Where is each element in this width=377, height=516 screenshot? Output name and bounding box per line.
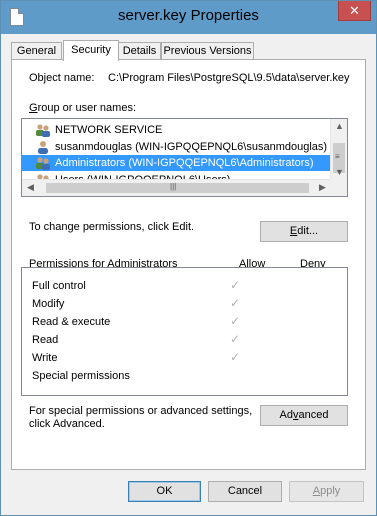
list-item-label: Administrators (WIN-IGPQQEPNQL6\Administ… (55, 157, 314, 169)
advanced-settings-text-2: click Advanced. (29, 418, 105, 430)
ok-button[interactable]: OK (128, 481, 201, 502)
list-item-susanmdouglas[interactable]: susanmdouglas (WIN-IGPQQEPNQL6\susanmdou… (22, 139, 333, 155)
allow-check-icon: ✓ (230, 314, 241, 328)
list-item-label: NETWORK SERVICE (55, 124, 163, 136)
permission-row-read: Read ✓ (22, 332, 347, 350)
grip-icon: ≡ (335, 152, 340, 161)
cancel-button[interactable]: Cancel (208, 481, 282, 502)
edit-button[interactable]: Edit... (260, 221, 348, 242)
list-item-label: susanmdouglas (WIN-IGPQQEPNQL6\susanmdou… (55, 141, 328, 153)
user-group-icon (36, 124, 50, 137)
permission-name: Full control (32, 280, 86, 292)
change-permissions-text: To change permissions, click Edit. (29, 221, 195, 233)
title-bar[interactable]: server.key Properties ✕ (1, 1, 376, 34)
permission-name: Modify (32, 298, 65, 310)
permission-row-full-control: Full control ✓ (22, 278, 347, 296)
advanced-settings-text-1: For special permissions or advanced sett… (29, 405, 253, 417)
scroll-right-icon[interactable]: ▶ (314, 182, 331, 193)
permission-row-write: Write ✓ (22, 350, 347, 368)
close-button[interactable]: ✕ (338, 1, 371, 21)
advanced-button[interactable]: Advanced (260, 405, 348, 426)
user-icon (38, 141, 48, 154)
properties-window: server.key Properties ✕ General Security… (0, 0, 377, 516)
permission-row-modify: Modify ✓ (22, 296, 347, 314)
object-name-label: Object name: (29, 72, 95, 84)
scroll-corner (330, 179, 347, 196)
horizontal-scrollbar[interactable]: ◀ ||| ▶ (22, 179, 331, 196)
tab-security[interactable]: Security (63, 40, 119, 61)
allow-check-icon: ✓ (230, 278, 241, 292)
vertical-scrollbar[interactable]: ▲ ≡ ▼ (330, 119, 347, 180)
permissions-list: Full control ✓ Modify ✓ Read & execute ✓… (21, 267, 348, 396)
permission-row-read-execute: Read & execute ✓ (22, 314, 347, 332)
allow-check-icon: ✓ (230, 350, 241, 364)
allow-check-icon: ✓ (230, 296, 241, 310)
user-group-icon (36, 157, 50, 170)
tab-details[interactable]: Details (118, 42, 161, 60)
group-names-label: Group or user names: (29, 102, 136, 114)
window-title: server.key Properties (118, 7, 259, 24)
dialog-footer: OK Cancel Apply (1, 471, 376, 515)
permission-name: Special permissions (32, 370, 130, 382)
grip-icon: ||| (170, 182, 177, 191)
list-item-administrators[interactable]: Administrators (WIN-IGPQQEPNQL6\Administ… (22, 155, 333, 171)
scroll-thumb-horizontal[interactable]: ||| (46, 182, 309, 193)
scroll-up-icon[interactable]: ▲ (331, 121, 347, 131)
apply-button[interactable]: Apply (289, 481, 364, 502)
object-name-value: C:\Program Files\PostgreSQL\9.5\data\ser… (108, 72, 350, 84)
group-user-list[interactable]: NETWORK SERVICE susanmdouglas (WIN-IGPQQ… (21, 118, 348, 197)
permission-name: Read & execute (32, 316, 111, 328)
list-item-network-service[interactable]: NETWORK SERVICE (22, 122, 333, 138)
scroll-down-icon[interactable]: ▼ (331, 167, 347, 177)
scroll-left-icon[interactable]: ◀ (22, 182, 39, 193)
permission-name: Write (32, 352, 58, 364)
permission-row-special: Special permissions (22, 368, 347, 386)
permission-name: Read (32, 334, 59, 346)
allow-check-icon: ✓ (230, 332, 241, 346)
tab-previous-versions[interactable]: Previous Versions (161, 42, 254, 60)
tab-general[interactable]: General (11, 42, 62, 60)
